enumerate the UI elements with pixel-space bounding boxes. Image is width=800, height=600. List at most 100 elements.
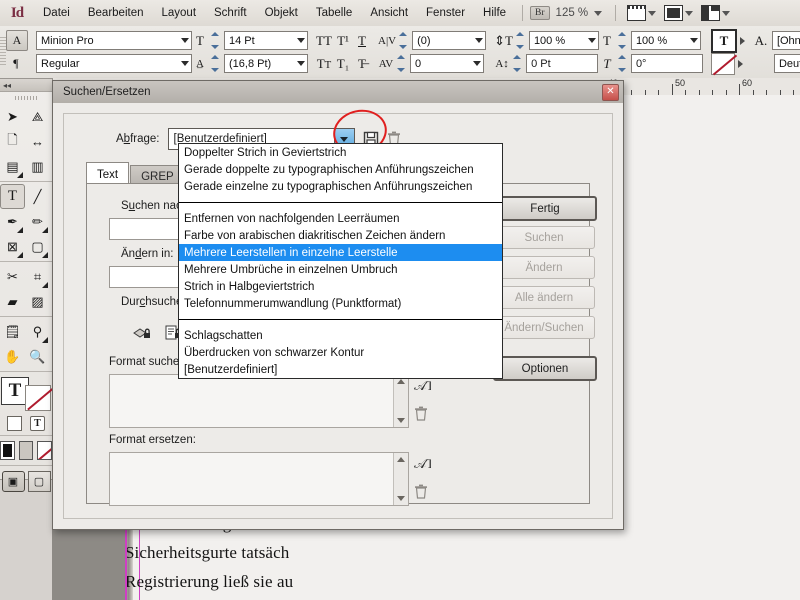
scroll-down-icon[interactable] <box>397 496 405 501</box>
language-combo[interactable]: Deuts <box>773 54 800 73</box>
gradient-feather-tool[interactable]: ▨ <box>25 289 50 314</box>
vertical-scale-combo[interactable]: 100 % <box>528 31 599 50</box>
find-format-scrollbar[interactable] <box>393 375 408 427</box>
type-tool[interactable]: T <box>0 184 25 209</box>
pencil-tool[interactable]: ✏ <box>25 209 50 234</box>
paragraph-formatting-button[interactable]: ¶ <box>6 54 26 73</box>
stroke-color-swatch-none[interactable] <box>25 385 51 411</box>
stroke-swatch-none[interactable] <box>710 52 735 75</box>
menu-hilfe[interactable]: Hilfe <box>474 4 515 22</box>
close-icon[interactable]: ✕ <box>602 83 619 101</box>
underline-icon[interactable]: T <box>354 33 370 49</box>
apply-none-icon[interactable] <box>37 441 53 460</box>
baseline-shift-stepper[interactable] <box>513 55 523 72</box>
scroll-up-icon[interactable] <box>397 379 405 384</box>
menu-schrift[interactable]: Schrift <box>205 4 256 22</box>
apply-gradient-icon[interactable] <box>18 441 34 460</box>
fill-swatch[interactable]: T <box>710 28 737 53</box>
kerning-stepper[interactable] <box>399 32 409 49</box>
line-tool[interactable]: ╱ <box>25 184 50 209</box>
rectangle-tool[interactable]: ▢ <box>25 234 50 259</box>
superscript-icon[interactable]: T¹ <box>335 33 351 49</box>
dropdown-item[interactable]: Strich in Halbgeviertstrich <box>179 278 502 295</box>
stroke-menu-arrow-icon[interactable] <box>737 59 743 68</box>
gradient-swatch-tool[interactable]: ▰ <box>0 289 25 314</box>
dropdown-item[interactable]: Schlagschatten <box>179 327 502 344</box>
small-caps-icon[interactable]: TT <box>316 56 332 72</box>
view-mode-normal[interactable] <box>623 5 660 21</box>
change-format-box[interactable] <box>109 452 409 506</box>
change-find-button[interactable]: Ändern/Suchen <box>493 316 595 339</box>
dropdown-item[interactable]: [Benutzerdefiniert] <box>179 361 502 378</box>
dropdown-item[interactable]: Überdrucken von schwarzer Kontur <box>179 344 502 361</box>
font-size-combo[interactable]: 14 Pt <box>224 31 308 50</box>
story-text-lower[interactable]: Sicherheitsgurte tatsäch Registrierung l… <box>125 538 800 600</box>
formatting-affects-container-icon[interactable] <box>7 416 22 431</box>
apply-color-icon[interactable] <box>0 441 15 460</box>
font-size-stepper[interactable] <box>211 32 221 49</box>
leading-stepper[interactable] <box>211 55 221 72</box>
menu-ansicht[interactable]: Ansicht <box>361 4 417 22</box>
find-format-box[interactable] <box>109 374 409 428</box>
font-family-combo[interactable]: Minion Pro <box>36 31 192 50</box>
formatting-affects-text-icon[interactable]: T <box>30 416 45 431</box>
dropdown-item[interactable]: Gerade einzelne zu typographischen Anfüh… <box>179 178 502 195</box>
free-transform-tool[interactable]: ⌗ <box>25 264 50 289</box>
page-tool[interactable]: 🗋 <box>0 129 25 154</box>
scroll-up-icon[interactable] <box>397 457 405 462</box>
content-collector-tool[interactable]: ▤ <box>0 154 25 179</box>
horizontal-scale-combo[interactable]: 100 % <box>630 31 701 50</box>
toolbox-grip[interactable] <box>0 92 52 104</box>
note-tool[interactable]: 🗒 <box>0 319 25 344</box>
options-button[interactable]: Optionen <box>493 356 597 381</box>
change-all-button[interactable]: Alle ändern <box>493 286 595 309</box>
vertical-scale-stepper[interactable] <box>515 32 526 49</box>
menu-fenster[interactable]: Fenster <box>417 4 474 22</box>
specify-change-format-icon[interactable]: 𝒜T <box>414 455 434 472</box>
query-dropdown-list[interactable]: Doppelter Strich in Geviertstrich Gerade… <box>178 143 503 379</box>
skew-field[interactable]: 0° <box>630 54 703 73</box>
menu-objekt[interactable]: Objekt <box>256 4 307 22</box>
toolbox-collapse-button[interactable]: ◂◂ <box>0 79 52 92</box>
horizontal-scale-stepper[interactable] <box>617 32 628 49</box>
menu-bearbeiten[interactable]: Bearbeiten <box>79 4 153 22</box>
eyedropper-tool[interactable]: ⚲ <box>25 319 50 344</box>
clear-find-format-icon[interactable] <box>414 406 431 423</box>
character-style-combo[interactable]: [Ohne] <box>771 31 800 50</box>
menu-datei[interactable]: Datei <box>34 4 79 22</box>
scroll-down-icon[interactable] <box>397 418 405 423</box>
specify-find-format-icon[interactable]: 𝒜T <box>414 377 434 394</box>
pen-tool[interactable]: ✒ <box>0 209 25 234</box>
font-style-combo[interactable]: Regular <box>36 54 192 73</box>
dropdown-item[interactable]: Farbe von arabischen diakritischen Zeich… <box>179 227 502 244</box>
baseline-shift-field[interactable]: 0 Pt <box>526 54 599 73</box>
bridge-button[interactable]: Br <box>530 6 550 20</box>
screen-mode-preview-button[interactable]: ▢ <box>27 471 51 492</box>
frame-tool[interactable]: ⊠ <box>0 234 25 259</box>
character-formatting-button[interactable]: A <box>6 30 28 51</box>
skew-stepper[interactable] <box>617 55 628 72</box>
menu-tabelle[interactable]: Tabelle <box>307 4 361 22</box>
subscript-icon[interactable]: T₁ <box>335 56 351 72</box>
zoom-control[interactable]: 125 % <box>550 7 609 19</box>
direct-selection-tool[interactable]: ⟁ <box>25 104 50 129</box>
include-locked-layers-icon[interactable] <box>133 324 152 341</box>
done-button[interactable]: Fertig <box>493 196 597 221</box>
clear-change-format-icon[interactable] <box>414 484 431 501</box>
fill-menu-arrow-icon[interactable] <box>739 36 745 45</box>
dropdown-item[interactable]: Telefonnummerumwandlung (Punktformat) <box>179 295 502 312</box>
workspace-switcher[interactable] <box>697 5 734 21</box>
dialog-title-bar[interactable]: Suchen/Ersetzen ✕ <box>53 81 623 104</box>
tracking-stepper[interactable] <box>397 55 407 72</box>
content-placer-tool[interactable]: ▥ <box>25 154 50 179</box>
dropdown-item-selected[interactable]: Mehrere Leerstellen in einzelne Leerstel… <box>179 244 502 261</box>
scissors-tool[interactable]: ✂ <box>0 264 25 289</box>
gap-tool[interactable]: ↔ <box>25 129 50 154</box>
tracking-combo[interactable]: 0 <box>410 54 484 73</box>
zoom-tool[interactable]: 🔍 <box>25 344 50 369</box>
dropdown-item[interactable]: Doppelter Strich in Geviertstrich <box>179 144 502 161</box>
strikethrough-icon[interactable]: T̶ <box>354 56 370 72</box>
leading-combo[interactable]: (16,8 Pt) <box>224 54 308 73</box>
kerning-combo[interactable]: (0) <box>412 31 487 50</box>
hand-tool[interactable]: ✋ <box>0 344 25 369</box>
